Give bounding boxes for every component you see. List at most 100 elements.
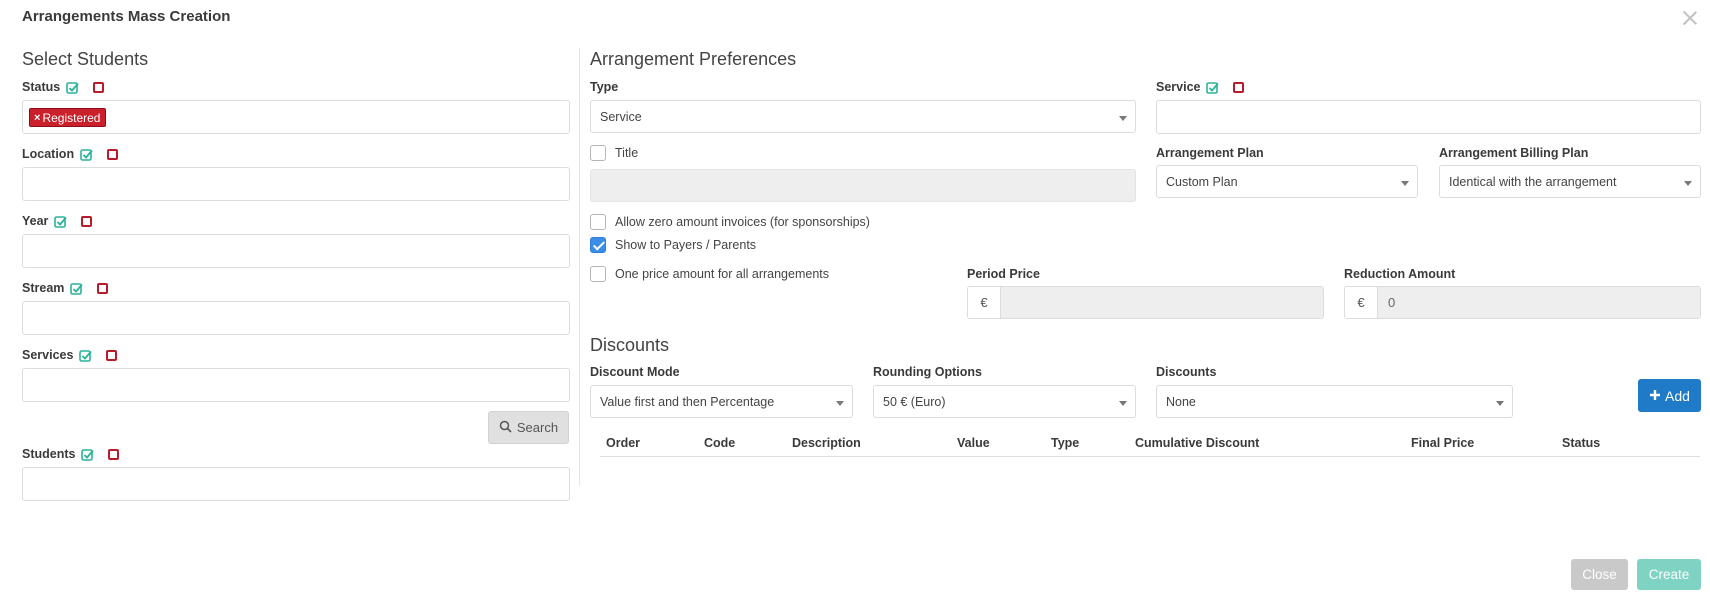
- stream-input[interactable]: [22, 301, 570, 335]
- select-all-icon[interactable]: [54, 215, 68, 228]
- clear-all-icon[interactable]: [108, 448, 120, 460]
- euro-icon: €: [968, 287, 1001, 318]
- service-label: Service: [1156, 80, 1245, 94]
- status-input[interactable]: × Registered: [22, 100, 570, 134]
- allow-zero-label: Allow zero amount invoices (for sponsors…: [615, 215, 870, 229]
- stream-label: Stream: [22, 281, 109, 295]
- arrangement-billing-plan-value: Identical with the arrangement: [1449, 174, 1617, 189]
- students-label-text: Students: [22, 447, 76, 461]
- year-input[interactable]: [22, 234, 570, 268]
- allow-zero-checkbox-box[interactable]: [590, 214, 606, 230]
- services-label: Services: [22, 348, 118, 362]
- status-tag-label: Registered: [42, 110, 101, 125]
- year-label: Year: [22, 214, 93, 228]
- chevron-down-icon: [1684, 181, 1692, 186]
- status-label-text: Status: [22, 80, 61, 94]
- select-all-icon[interactable]: [80, 148, 93, 161]
- plus-icon: [1649, 388, 1661, 404]
- type-label: Type: [590, 80, 619, 94]
- clear-all-icon[interactable]: [1233, 81, 1245, 93]
- chevron-down-icon: [836, 401, 844, 406]
- add-button-label: Add: [1665, 387, 1690, 404]
- clear-all-icon[interactable]: [97, 282, 109, 294]
- students-input[interactable]: [22, 467, 570, 501]
- service-input[interactable]: [1156, 100, 1701, 134]
- select-all-icon[interactable]: [1206, 81, 1220, 94]
- discount-mode-select[interactable]: Value first and then Percentage: [590, 385, 853, 418]
- status-label: Status: [22, 80, 105, 94]
- clear-all-icon[interactable]: [106, 349, 118, 361]
- location-input[interactable]: [22, 167, 570, 201]
- chevron-down-icon: [1119, 116, 1127, 121]
- clear-all-icon[interactable]: [107, 148, 119, 160]
- type-select[interactable]: Service: [590, 100, 1136, 133]
- column-divider: [579, 48, 580, 486]
- title-input[interactable]: [590, 169, 1136, 202]
- column-header-order[interactable]: Order: [606, 436, 640, 450]
- add-discount-button[interactable]: Add: [1638, 379, 1701, 412]
- create-button[interactable]: Create: [1637, 559, 1701, 590]
- euro-icon: €: [1345, 287, 1378, 318]
- select-all-icon[interactable]: [79, 349, 93, 362]
- column-header-type[interactable]: Type: [1051, 436, 1079, 450]
- allow-zero-checkbox[interactable]: Allow zero amount invoices (for sponsors…: [590, 214, 870, 230]
- discounts-heading: Discounts: [590, 335, 670, 355]
- one-price-checkbox-box[interactable]: [590, 266, 606, 282]
- discounts-select[interactable]: None: [1156, 385, 1513, 418]
- column-header-status[interactable]: Status: [1562, 436, 1600, 450]
- stream-label-text: Stream: [22, 281, 65, 295]
- period-price-field[interactable]: €: [967, 286, 1324, 319]
- title-checkbox[interactable]: Title: [590, 145, 638, 161]
- column-header-cumulative-discount[interactable]: Cumulative Discount: [1135, 436, 1259, 450]
- reduction-amount-input[interactable]: 0: [1378, 287, 1700, 318]
- clear-all-icon[interactable]: [93, 81, 105, 93]
- title-checkbox-label: Title: [615, 146, 639, 160]
- arrangement-plan-select[interactable]: Custom Plan: [1156, 165, 1418, 198]
- location-label: Location: [22, 147, 119, 161]
- search-icon: [499, 420, 512, 436]
- arrangement-billing-plan-label: Arrangement Billing Plan: [1439, 146, 1589, 160]
- close-icon[interactable]: [1680, 8, 1700, 28]
- services-input[interactable]: [22, 368, 570, 402]
- rounding-options-select[interactable]: 50 € (Euro): [873, 385, 1136, 418]
- search-button[interactable]: Search: [488, 411, 569, 444]
- select-students-heading: Select Students: [22, 49, 149, 69]
- rounding-options-label: Rounding Options: [873, 365, 983, 379]
- show-payers-checkbox-box[interactable]: [590, 237, 606, 253]
- status-tag-registered[interactable]: × Registered: [29, 108, 107, 127]
- chevron-down-icon: [1119, 401, 1127, 406]
- column-header-description[interactable]: Description: [792, 436, 861, 450]
- period-price-input[interactable]: [1001, 287, 1323, 318]
- show-payers-checkbox[interactable]: Show to Payers / Parents: [590, 237, 756, 253]
- arrangement-preferences-heading: Arrangement Preferences: [590, 49, 797, 69]
- one-price-checkbox[interactable]: One price amount for all arrangements: [590, 266, 829, 282]
- select-all-icon[interactable]: [66, 81, 79, 94]
- arrangement-billing-plan-select[interactable]: Identical with the arrangement: [1439, 165, 1701, 198]
- service-label-text: Service: [1156, 80, 1201, 94]
- discounts-value: None: [1166, 394, 1196, 409]
- clear-all-icon[interactable]: [81, 215, 93, 227]
- type-select-value: Service: [600, 109, 642, 124]
- chevron-down-icon: [1401, 181, 1409, 186]
- year-label-text: Year: [22, 214, 49, 228]
- discount-mode-label: Discount Mode: [590, 365, 680, 379]
- reduction-amount-field[interactable]: € 0: [1344, 286, 1701, 319]
- column-header-code[interactable]: Code: [704, 436, 735, 450]
- column-header-value[interactable]: Value: [957, 436, 990, 450]
- one-price-label: One price amount for all arrangements: [615, 267, 829, 281]
- select-all-icon[interactable]: [70, 282, 84, 295]
- select-all-icon[interactable]: [81, 448, 95, 461]
- title-checkbox-box[interactable]: [590, 145, 606, 161]
- column-header-final-price[interactable]: Final Price: [1411, 436, 1474, 450]
- close-button[interactable]: Close: [1571, 559, 1628, 590]
- rounding-options-value: 50 € (Euro): [883, 394, 946, 409]
- arrangement-plan-label: Arrangement Plan: [1156, 146, 1264, 160]
- students-label: Students: [22, 447, 120, 461]
- discounts-label: Discounts: [1156, 365, 1217, 379]
- remove-tag-icon[interactable]: ×: [34, 112, 40, 124]
- show-payers-label: Show to Payers / Parents: [615, 238, 757, 252]
- modal-title: Arrangements Mass Creation: [22, 8, 231, 25]
- arrangement-plan-value: Custom Plan: [1166, 174, 1238, 189]
- location-label-text: Location: [22, 147, 75, 161]
- services-label-text: Services: [22, 348, 74, 362]
